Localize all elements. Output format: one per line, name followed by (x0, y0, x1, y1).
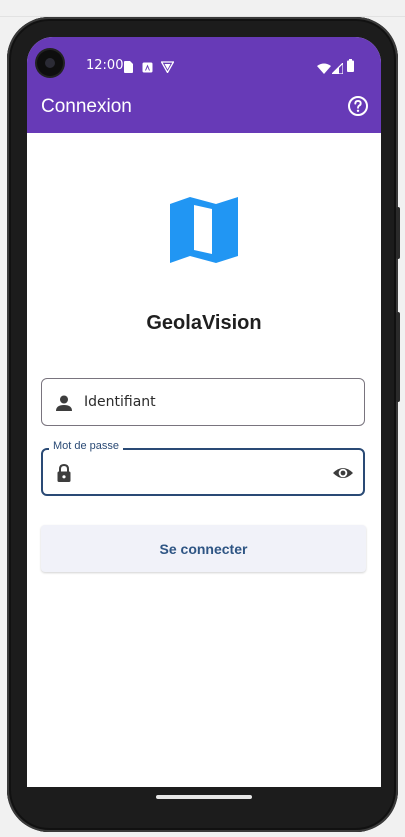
password-input[interactable] (85, 450, 325, 494)
status-time: 12:00 (86, 58, 124, 73)
help-icon[interactable] (347, 95, 369, 117)
vpn-shield-icon (160, 58, 175, 77)
password-field: Mot de passe (41, 440, 365, 496)
notification-app-icon (142, 58, 153, 77)
login-button[interactable]: Se connecter (41, 525, 366, 572)
battery-icon (347, 57, 354, 76)
visibility-toggle-icon[interactable] (332, 462, 354, 484)
username-input[interactable] (84, 379, 324, 425)
folded-map-icon (169, 195, 239, 265)
wifi-icon (317, 59, 331, 78)
cell-signal-icon (330, 59, 344, 78)
window-top-strip (0, 0, 405, 17)
home-gesture-handle[interactable] (156, 795, 252, 799)
lock-icon (54, 463, 74, 483)
volume-button (396, 312, 400, 402)
app-name: GeolaVision (146, 312, 262, 334)
login-content: GeolaVision Mot de passe (27, 133, 381, 787)
device-screen: 12:00 Connexion GeolaVision Identifiant … (27, 37, 381, 787)
app-bar-title: Connexion (41, 96, 132, 117)
power-button (396, 207, 400, 259)
username-field (41, 378, 365, 426)
app-bar: Connexion (27, 93, 381, 133)
status-bar: 12:00 (27, 37, 381, 93)
sim-card-icon (123, 58, 133, 77)
person-icon (54, 393, 74, 413)
front-camera (37, 50, 63, 76)
navigation-bar (27, 787, 381, 811)
